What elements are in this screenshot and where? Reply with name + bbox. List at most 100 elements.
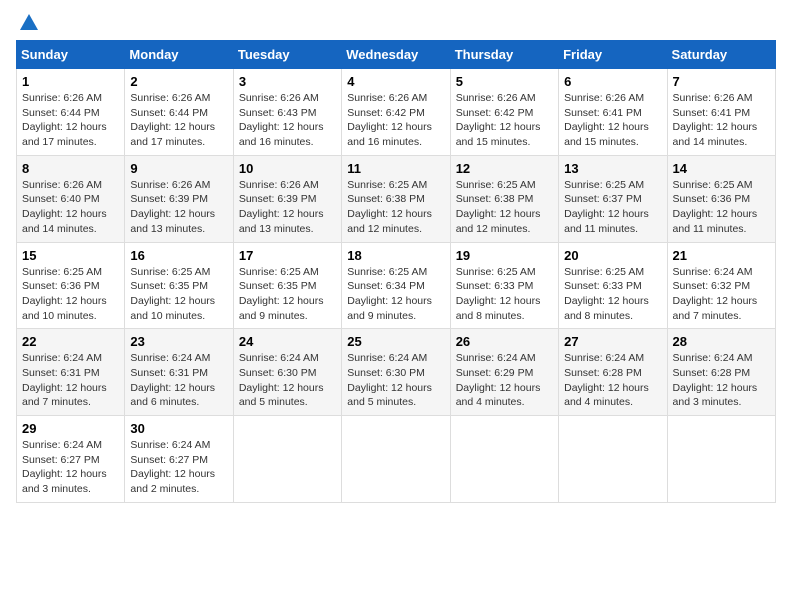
day-info: Sunrise: 6:26 AMSunset: 6:44 PMDaylight:… (22, 92, 107, 148)
day-number: 20 (564, 248, 661, 263)
day-info: Sunrise: 6:26 AMSunset: 6:41 PMDaylight:… (564, 92, 649, 148)
day-number: 15 (22, 248, 119, 263)
day-info: Sunrise: 6:25 AMSunset: 6:35 PMDaylight:… (239, 266, 324, 322)
day-info: Sunrise: 6:25 AMSunset: 6:33 PMDaylight:… (456, 266, 541, 322)
calendar-cell: 21 Sunrise: 6:24 AMSunset: 6:32 PMDaylig… (667, 242, 775, 329)
day-number: 12 (456, 161, 553, 176)
day-number: 8 (22, 161, 119, 176)
day-info: Sunrise: 6:25 AMSunset: 6:35 PMDaylight:… (130, 266, 215, 322)
day-info: Sunrise: 6:26 AMSunset: 6:43 PMDaylight:… (239, 92, 324, 148)
day-info: Sunrise: 6:24 AMSunset: 6:28 PMDaylight:… (564, 352, 649, 408)
calendar-cell: 11 Sunrise: 6:25 AMSunset: 6:38 PMDaylig… (342, 155, 450, 242)
calendar-cell: 17 Sunrise: 6:25 AMSunset: 6:35 PMDaylig… (233, 242, 341, 329)
day-info: Sunrise: 6:25 AMSunset: 6:38 PMDaylight:… (347, 179, 432, 235)
day-number: 25 (347, 334, 444, 349)
calendar-cell: 19 Sunrise: 6:25 AMSunset: 6:33 PMDaylig… (450, 242, 558, 329)
calendar-cell: 26 Sunrise: 6:24 AMSunset: 6:29 PMDaylig… (450, 329, 558, 416)
day-number: 26 (456, 334, 553, 349)
day-number: 28 (673, 334, 770, 349)
day-number: 3 (239, 74, 336, 89)
calendar-cell (559, 416, 667, 503)
day-number: 9 (130, 161, 227, 176)
day-info: Sunrise: 6:26 AMSunset: 6:40 PMDaylight:… (22, 179, 107, 235)
calendar-cell (450, 416, 558, 503)
day-info: Sunrise: 6:25 AMSunset: 6:38 PMDaylight:… (456, 179, 541, 235)
day-info: Sunrise: 6:24 AMSunset: 6:28 PMDaylight:… (673, 352, 758, 408)
weekday-header-sunday: Sunday (17, 41, 125, 69)
calendar-cell: 30 Sunrise: 6:24 AMSunset: 6:27 PMDaylig… (125, 416, 233, 503)
calendar-cell: 12 Sunrise: 6:25 AMSunset: 6:38 PMDaylig… (450, 155, 558, 242)
day-info: Sunrise: 6:25 AMSunset: 6:33 PMDaylight:… (564, 266, 649, 322)
weekday-header-monday: Monday (125, 41, 233, 69)
day-info: Sunrise: 6:26 AMSunset: 6:44 PMDaylight:… (130, 92, 215, 148)
calendar-week-row: 22 Sunrise: 6:24 AMSunset: 6:31 PMDaylig… (17, 329, 776, 416)
calendar-cell: 16 Sunrise: 6:25 AMSunset: 6:35 PMDaylig… (125, 242, 233, 329)
day-number: 23 (130, 334, 227, 349)
day-info: Sunrise: 6:25 AMSunset: 6:34 PMDaylight:… (347, 266, 432, 322)
calendar-cell: 2 Sunrise: 6:26 AMSunset: 6:44 PMDayligh… (125, 69, 233, 156)
calendar-cell: 9 Sunrise: 6:26 AMSunset: 6:39 PMDayligh… (125, 155, 233, 242)
day-info: Sunrise: 6:25 AMSunset: 6:37 PMDaylight:… (564, 179, 649, 235)
weekday-header-saturday: Saturday (667, 41, 775, 69)
page-header (16, 16, 776, 28)
logo (16, 16, 40, 28)
calendar-cell (233, 416, 341, 503)
calendar-cell: 14 Sunrise: 6:25 AMSunset: 6:36 PMDaylig… (667, 155, 775, 242)
calendar-cell: 29 Sunrise: 6:24 AMSunset: 6:27 PMDaylig… (17, 416, 125, 503)
calendar-cell: 22 Sunrise: 6:24 AMSunset: 6:31 PMDaylig… (17, 329, 125, 416)
calendar-cell: 15 Sunrise: 6:25 AMSunset: 6:36 PMDaylig… (17, 242, 125, 329)
calendar-week-row: 8 Sunrise: 6:26 AMSunset: 6:40 PMDayligh… (17, 155, 776, 242)
day-info: Sunrise: 6:26 AMSunset: 6:39 PMDaylight:… (130, 179, 215, 235)
calendar-week-row: 29 Sunrise: 6:24 AMSunset: 6:27 PMDaylig… (17, 416, 776, 503)
day-number: 7 (673, 74, 770, 89)
weekday-header-tuesday: Tuesday (233, 41, 341, 69)
day-number: 11 (347, 161, 444, 176)
day-number: 17 (239, 248, 336, 263)
weekday-header-wednesday: Wednesday (342, 41, 450, 69)
calendar-cell: 24 Sunrise: 6:24 AMSunset: 6:30 PMDaylig… (233, 329, 341, 416)
calendar-cell: 18 Sunrise: 6:25 AMSunset: 6:34 PMDaylig… (342, 242, 450, 329)
logo-icon (18, 12, 40, 34)
day-info: Sunrise: 6:24 AMSunset: 6:27 PMDaylight:… (22, 439, 107, 495)
day-number: 19 (456, 248, 553, 263)
calendar-cell: 1 Sunrise: 6:26 AMSunset: 6:44 PMDayligh… (17, 69, 125, 156)
calendar-table: SundayMondayTuesdayWednesdayThursdayFrid… (16, 40, 776, 503)
day-info: Sunrise: 6:24 AMSunset: 6:29 PMDaylight:… (456, 352, 541, 408)
day-number: 29 (22, 421, 119, 436)
day-number: 4 (347, 74, 444, 89)
day-info: Sunrise: 6:24 AMSunset: 6:30 PMDaylight:… (239, 352, 324, 408)
day-info: Sunrise: 6:26 AMSunset: 6:41 PMDaylight:… (673, 92, 758, 148)
day-number: 16 (130, 248, 227, 263)
calendar-cell: 5 Sunrise: 6:26 AMSunset: 6:42 PMDayligh… (450, 69, 558, 156)
calendar-cell (342, 416, 450, 503)
day-info: Sunrise: 6:24 AMSunset: 6:27 PMDaylight:… (130, 439, 215, 495)
calendar-week-row: 1 Sunrise: 6:26 AMSunset: 6:44 PMDayligh… (17, 69, 776, 156)
day-number: 21 (673, 248, 770, 263)
day-info: Sunrise: 6:24 AMSunset: 6:32 PMDaylight:… (673, 266, 758, 322)
day-number: 13 (564, 161, 661, 176)
calendar-cell: 4 Sunrise: 6:26 AMSunset: 6:42 PMDayligh… (342, 69, 450, 156)
calendar-cell: 20 Sunrise: 6:25 AMSunset: 6:33 PMDaylig… (559, 242, 667, 329)
day-number: 22 (22, 334, 119, 349)
day-info: Sunrise: 6:24 AMSunset: 6:30 PMDaylight:… (347, 352, 432, 408)
day-number: 14 (673, 161, 770, 176)
weekday-header-thursday: Thursday (450, 41, 558, 69)
day-info: Sunrise: 6:24 AMSunset: 6:31 PMDaylight:… (130, 352, 215, 408)
calendar-cell: 8 Sunrise: 6:26 AMSunset: 6:40 PMDayligh… (17, 155, 125, 242)
day-number: 27 (564, 334, 661, 349)
calendar-cell: 3 Sunrise: 6:26 AMSunset: 6:43 PMDayligh… (233, 69, 341, 156)
calendar-cell: 23 Sunrise: 6:24 AMSunset: 6:31 PMDaylig… (125, 329, 233, 416)
calendar-cell: 27 Sunrise: 6:24 AMSunset: 6:28 PMDaylig… (559, 329, 667, 416)
calendar-cell: 13 Sunrise: 6:25 AMSunset: 6:37 PMDaylig… (559, 155, 667, 242)
calendar-cell: 28 Sunrise: 6:24 AMSunset: 6:28 PMDaylig… (667, 329, 775, 416)
day-number: 18 (347, 248, 444, 263)
day-number: 10 (239, 161, 336, 176)
day-number: 30 (130, 421, 227, 436)
day-info: Sunrise: 6:26 AMSunset: 6:42 PMDaylight:… (456, 92, 541, 148)
day-info: Sunrise: 6:26 AMSunset: 6:42 PMDaylight:… (347, 92, 432, 148)
day-number: 2 (130, 74, 227, 89)
calendar-header-row: SundayMondayTuesdayWednesdayThursdayFrid… (17, 41, 776, 69)
day-info: Sunrise: 6:25 AMSunset: 6:36 PMDaylight:… (673, 179, 758, 235)
day-info: Sunrise: 6:26 AMSunset: 6:39 PMDaylight:… (239, 179, 324, 235)
day-number: 5 (456, 74, 553, 89)
